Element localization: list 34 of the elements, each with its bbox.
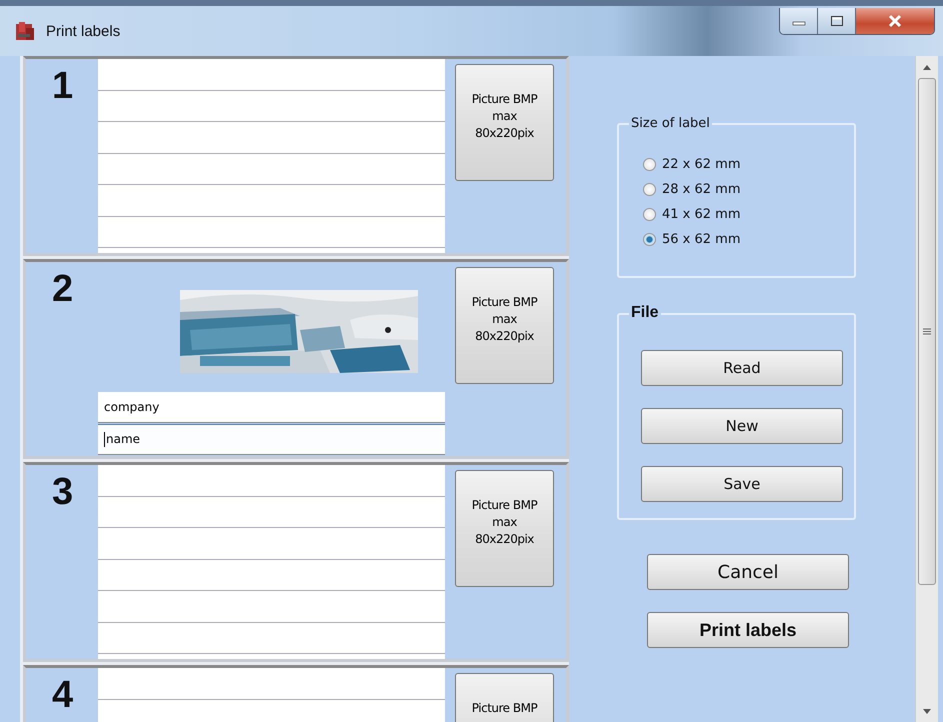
text-field[interactable]	[98, 216, 445, 248]
scrollbar[interactable]	[915, 56, 938, 722]
text-field[interactable]	[98, 154, 445, 185]
text-field[interactable]	[98, 496, 445, 528]
app-icon	[14, 20, 36, 42]
text-field[interactable]: company	[98, 392, 445, 423]
scroll-thumb[interactable]	[918, 78, 936, 585]
minimize-button[interactable]	[780, 8, 818, 34]
text-field[interactable]	[98, 622, 445, 654]
label-number: 3	[51, 470, 74, 515]
picture-button[interactable]: Picture BMP max 80x220pix	[455, 64, 554, 181]
action-button[interactable]: Cancel	[647, 554, 849, 590]
action-button[interactable]: Print labels	[647, 612, 849, 648]
file-button[interactable]: New	[641, 408, 843, 444]
picture-button[interactable]: Picture BMP max 80x220pix	[455, 267, 554, 384]
maximize-button[interactable]	[818, 8, 856, 34]
label-number: 2	[51, 267, 74, 312]
file-button[interactable]: Read	[641, 350, 843, 386]
text-field[interactable]	[98, 560, 445, 591]
close-icon	[887, 14, 903, 28]
maximize-icon	[830, 15, 844, 27]
radio-option[interactable]: 56 x 62 mm	[643, 230, 854, 249]
label-number: 1	[51, 64, 74, 109]
radio-option[interactable]: 22 x 62 mm	[643, 155, 854, 174]
file-button[interactable]: Save	[641, 466, 843, 502]
text-field[interactable]	[98, 90, 445, 122]
text-field[interactable]: name	[98, 424, 445, 455]
window-title: Print labels	[46, 22, 120, 40]
label-number: 4	[51, 673, 74, 718]
close-button[interactable]	[856, 8, 934, 34]
picture-button[interactable]: Picture BMP	[455, 673, 554, 722]
radio-option[interactable]: 28 x 62 mm	[643, 180, 854, 199]
picture-button[interactable]: Picture BMP max 80x220pix	[455, 470, 554, 587]
radio-option[interactable]: 41 x 62 mm	[643, 205, 854, 224]
